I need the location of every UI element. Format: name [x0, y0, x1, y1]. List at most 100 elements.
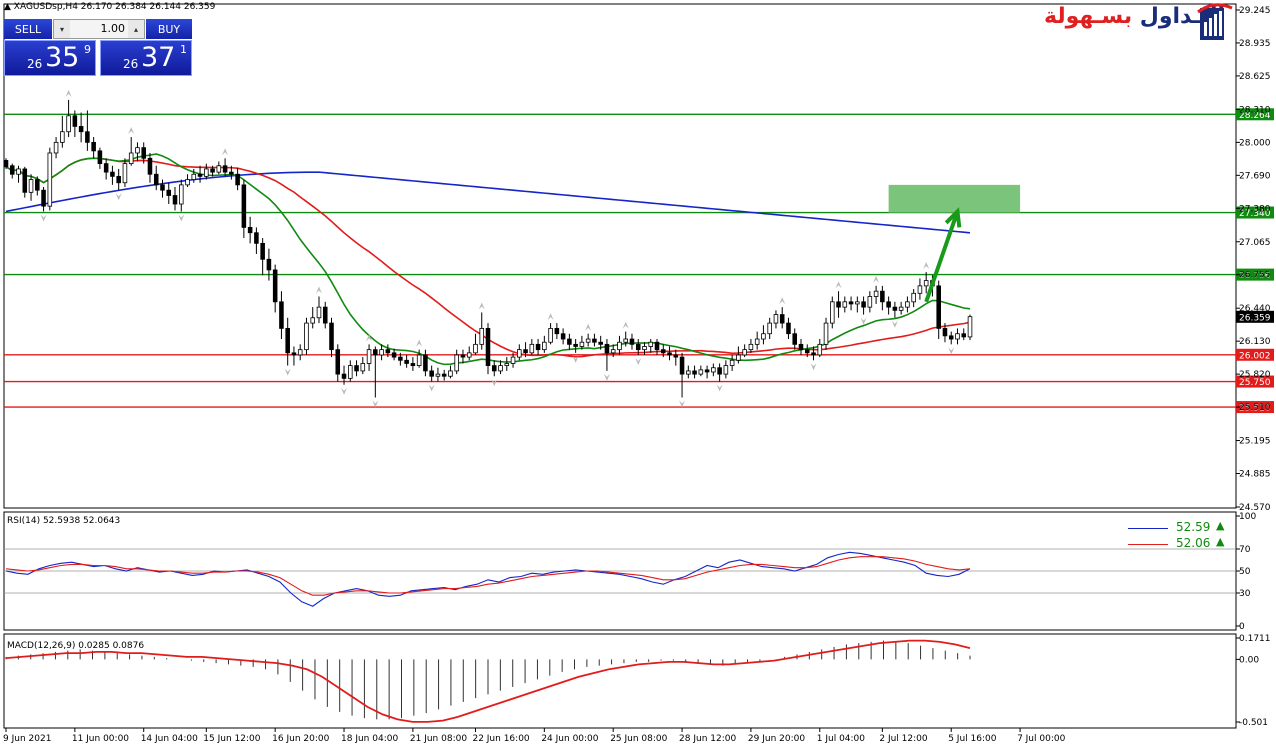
candle-body: [235, 173, 240, 186]
candle-body: [110, 171, 115, 177]
candle-body: [892, 306, 898, 311]
price-tick-label: 28.310: [1239, 105, 1271, 115]
candle-body: [335, 349, 341, 375]
candle-body: [610, 349, 616, 354]
candle-body: [817, 343, 823, 356]
candle-body: [779, 314, 785, 324]
time-tick-label: 5 Jul 16:00: [948, 734, 997, 744]
candle-body: [241, 184, 247, 228]
main-panel-border: [3, 3, 1237, 509]
candle-body: [285, 327, 290, 354]
fractal-down-icon: [948, 347, 955, 355]
rsi-legend-row: 52.59 ▲: [1128, 519, 1228, 536]
fractal-down-icon: [491, 379, 498, 387]
candle-body: [348, 365, 353, 379]
candle-body: [366, 349, 372, 364]
candle-body: [604, 343, 610, 354]
macd-title: MACD(12,26,9) 0.0285 0.0876: [7, 641, 144, 651]
rsi-panel: RSI(14) 52.5938 52.0643 100 70 50 30 0: [4, 512, 1256, 632]
rsi-tick-label: 70: [1239, 545, 1251, 555]
candle-body: [729, 359, 735, 367]
rsi-series-line: [5, 551, 971, 607]
candle-body: [435, 373, 441, 377]
candle-body: [216, 165, 222, 173]
horizontal-levels[interactable]: 28.26427.34026.75626.00225.75025.51026.3…: [4, 108, 1274, 414]
candle-body: [554, 327, 560, 335]
candle-body: [385, 349, 391, 354]
candle-body: [429, 370, 434, 377]
sell-price-fraction: 9: [84, 43, 91, 56]
fractal-down-icon: [115, 193, 122, 201]
brand-logo: التـداول بسـهولة: [1044, 2, 1236, 44]
candle-body: [441, 373, 447, 377]
sell-price-box[interactable]: 26 35 9: [4, 40, 96, 76]
candle-body: [773, 314, 779, 324]
candle-body: [654, 341, 660, 351]
fractal-up-icon: [585, 323, 592, 331]
candle-body: [510, 356, 516, 364]
candle-body: [917, 285, 923, 294]
candle-body: [16, 168, 21, 175]
candle-body: [178, 184, 184, 205]
candle-body: [673, 354, 679, 358]
candle-body: [855, 301, 860, 305]
candle-body: [360, 363, 366, 372]
lot-decrease-icon[interactable]: ▾: [54, 20, 70, 38]
candle-body: [91, 141, 96, 152]
collapse-icon[interactable]: ▲: [4, 2, 11, 12]
candle-body: [967, 316, 973, 338]
buy-price-box[interactable]: 26 37 1: [100, 40, 192, 76]
candle-body: [679, 356, 685, 375]
candle-body: [222, 165, 228, 173]
candle-body: [517, 349, 522, 358]
sell-button[interactable]: SELL: [4, 19, 52, 39]
fractal-up-icon: [873, 275, 880, 283]
rsi-legend-swatch: [1128, 528, 1168, 529]
price-tick-label: 28.935: [1239, 39, 1271, 49]
candle-body: [823, 322, 829, 345]
fractal-up-icon: [222, 148, 229, 156]
time-tick-label: 22 Jun 16:00: [472, 734, 529, 744]
building-chart-icon: [1197, 3, 1233, 40]
buy-button[interactable]: BUY: [146, 19, 192, 39]
candle-body: [448, 370, 453, 377]
macd-tick-label: -0.501: [1239, 718, 1268, 728]
lot-size-field[interactable]: ▾ 1.00 ▴: [53, 19, 145, 39]
candle-body: [172, 195, 178, 205]
time-tick-label: 14 Jun 04:00: [141, 734, 198, 744]
candle-body: [911, 292, 916, 303]
chart-canvas[interactable]: 28.26427.34026.75626.00225.75025.51026.3…: [0, 0, 1276, 748]
fractal-down-icon: [810, 363, 817, 371]
buy-price-main: 37: [141, 42, 176, 73]
candle-body: [266, 258, 272, 271]
candle-body: [141, 147, 146, 159]
candle-body: [404, 359, 409, 364]
candle-body: [560, 333, 566, 340]
candle-body: [254, 232, 259, 244]
candle-body: [830, 301, 835, 324]
candle-body: [304, 322, 309, 351]
candle-body: [698, 369, 704, 375]
fractal-down-icon: [428, 384, 435, 392]
lot-size-value[interactable]: 1.00: [70, 20, 128, 38]
candle-body: [60, 131, 65, 143]
time-axis: 9 Jun 2021 11 Jun 00:00 14 Jun 04:00 15 Jun…: [3, 728, 1066, 744]
fractal-down-icon: [341, 387, 348, 395]
price-tick-label: 26.130: [1239, 337, 1271, 347]
candle-body: [786, 322, 791, 335]
current-price-label: 26.359: [1239, 313, 1271, 323]
rsi-legend-value: 52.06: [1176, 536, 1211, 550]
candle-body: [748, 343, 754, 351]
fractal-down-icon: [284, 368, 291, 376]
fractal-up-icon: [315, 286, 322, 294]
candle-body: [880, 290, 885, 303]
fractal-down-icon: [716, 384, 723, 392]
candle-body: [867, 296, 873, 308]
candle-body: [291, 352, 297, 356]
fractal-up-icon: [478, 302, 485, 310]
candle-body: [354, 365, 359, 372]
price-tick-label: 28.000: [1239, 138, 1271, 148]
candles: [3, 99, 973, 398]
lot-increase-icon[interactable]: ▴: [128, 20, 144, 38]
candle-body: [523, 349, 528, 354]
